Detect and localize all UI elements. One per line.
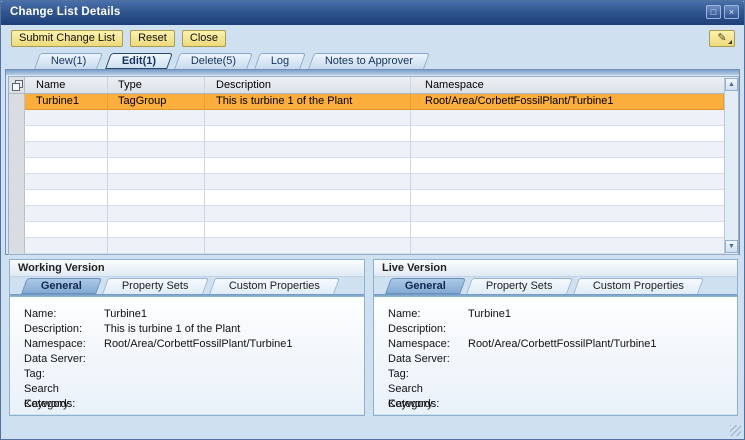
table-row-empty — [9, 206, 724, 222]
table-row-empty — [9, 158, 724, 174]
table-row-empty — [9, 126, 724, 142]
cell-namespace: Root/Area/CorbettFossilPlant/Turbine1 — [411, 94, 724, 110]
tab-edit[interactable]: Edit(1) — [105, 53, 173, 69]
submit-change-list-button[interactable]: Submit Change List — [11, 30, 123, 47]
field-label-description: Description: — [24, 322, 104, 337]
tab-new[interactable]: New(1) — [34, 53, 103, 69]
field-value-name: Turbine1 — [104, 307, 147, 322]
table-row-empty — [9, 142, 724, 158]
cell-name: Turbine1 — [25, 94, 108, 110]
working-version-tabstrip: General Property Sets Custom Properties — [10, 277, 364, 294]
tab-delete[interactable]: Delete(5) — [174, 53, 253, 69]
tab-notes-to-approver[interactable]: Notes to Approver — [308, 53, 430, 69]
field-label-data-server: Data Server: — [24, 352, 104, 367]
live-version-tabstrip: General Property Sets Custom Properties — [374, 277, 737, 294]
live-version-general-form: Name:Turbine1 Description: Namespace:Roo… — [374, 297, 737, 414]
tabstrip-underline — [6, 70, 739, 75]
field-value-namespace: Root/Area/CorbettFossilPlant/Turbine1 — [468, 337, 657, 352]
field-label-category: Category: — [388, 397, 468, 412]
live-tab-property-sets[interactable]: Property Sets — [466, 278, 572, 294]
title-bar: Change List Details □ × — [1, 1, 744, 25]
working-version-title: Working Version — [10, 260, 364, 277]
maximize-icon[interactable]: □ — [706, 5, 721, 19]
live-tab-custom-properties[interactable]: Custom Properties — [573, 278, 704, 294]
column-header-description[interactable]: Description — [205, 77, 411, 93]
field-label-data-server: Data Server: — [388, 352, 468, 367]
table-row-empty — [9, 238, 724, 254]
field-label-category: Category: — [24, 397, 104, 412]
scroll-up-icon[interactable]: ▲ — [725, 78, 738, 91]
column-header-type[interactable]: Type — [108, 77, 205, 93]
working-version-general-form: Name:Turbine1 Description:This is turbin… — [10, 297, 364, 414]
table-row-empty — [9, 222, 724, 238]
table-row-empty — [9, 174, 724, 190]
scroll-down-icon[interactable]: ▼ — [725, 240, 738, 253]
resize-grip[interactable] — [730, 425, 741, 436]
select-all-cell[interactable] — [9, 77, 25, 93]
working-tab-custom-properties[interactable]: Custom Properties — [209, 278, 340, 294]
edit-tab-content: Name Type Description Namespace Turbine1… — [5, 69, 740, 255]
field-label-namespace: Namespace: — [388, 337, 468, 352]
tab-log[interactable]: Log — [254, 53, 306, 69]
change-list-details-window: Change List Details □ × Submit Change Li… — [0, 0, 745, 440]
working-tab-general[interactable]: General — [21, 278, 102, 294]
field-label-tag: Tag: — [388, 367, 468, 382]
table-row-empty — [9, 110, 724, 126]
reset-button[interactable]: Reset — [130, 30, 175, 47]
toolbar: Submit Change List Reset Close ✎ — [1, 25, 744, 53]
field-label-search-keywords: Search Keywords: — [388, 382, 468, 397]
cell-description: This is turbine 1 of the Plant — [205, 94, 411, 110]
field-label-tag: Tag: — [24, 367, 104, 382]
live-tab-general[interactable]: General — [385, 278, 466, 294]
vertical-scrollbar[interactable]: ▲ ▼ — [724, 77, 738, 254]
field-label-search-keywords: Search Keywords: — [24, 382, 104, 397]
column-header-namespace[interactable]: Namespace — [411, 77, 724, 93]
change-items-table: Name Type Description Namespace Turbine1… — [8, 76, 739, 255]
field-label-name: Name: — [24, 307, 104, 322]
cell-type: TagGroup — [108, 94, 205, 110]
column-header-name[interactable]: Name — [25, 77, 108, 93]
field-label-name: Name: — [388, 307, 468, 322]
pen-icon: ✎ — [717, 32, 726, 44]
table-header-row: Name Type Description Namespace — [9, 77, 724, 94]
field-value-description: This is turbine 1 of the Plant — [104, 322, 240, 337]
change-list-tabstrip: New(1) Edit(1) Delete(5) Log Notes to Ap… — [37, 53, 431, 69]
close-icon[interactable]: × — [724, 5, 739, 19]
close-button[interactable]: Close — [182, 30, 226, 47]
field-label-description: Description: — [388, 322, 468, 337]
live-version-title: Live Version — [374, 260, 737, 277]
personalize-button[interactable]: ✎ — [709, 30, 735, 47]
table-row-empty — [9, 190, 724, 206]
dropdown-corner-icon — [728, 40, 732, 44]
live-version-panel: Live Version General Property Sets Custo… — [373, 259, 738, 416]
working-tab-property-sets[interactable]: Property Sets — [102, 278, 208, 294]
table-row-turbine1[interactable]: Turbine1 TagGroup This is turbine 1 of t… — [9, 94, 724, 110]
field-value-namespace: Root/Area/CorbettFossilPlant/Turbine1 — [104, 337, 293, 352]
field-value-name: Turbine1 — [468, 307, 511, 322]
field-label-namespace: Namespace: — [24, 337, 104, 352]
row-selector-cell[interactable] — [9, 94, 25, 110]
select-all-icon — [12, 80, 22, 90]
working-version-panel: Working Version General Property Sets Cu… — [9, 259, 365, 416]
window-title: Change List Details — [10, 6, 121, 18]
